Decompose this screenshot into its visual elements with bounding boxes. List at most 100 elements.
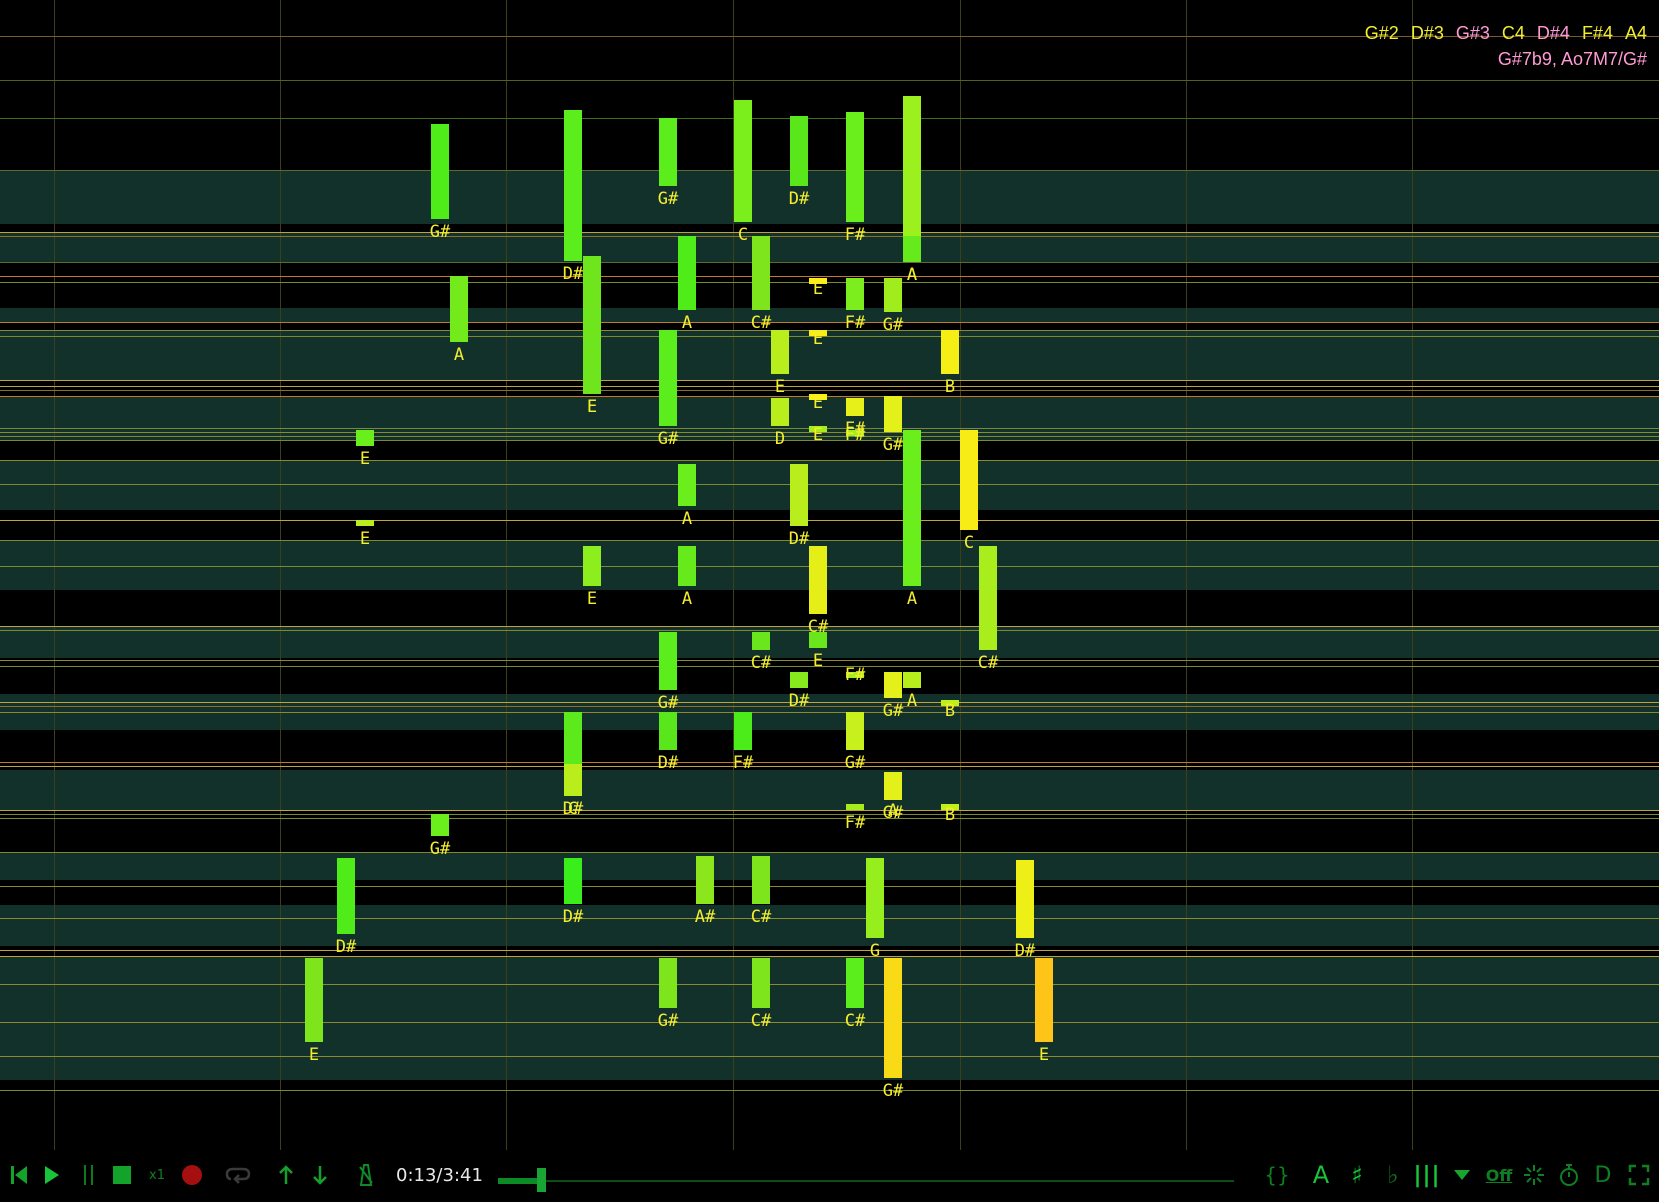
note-bar[interactable] [356, 430, 374, 446]
staff-band [0, 770, 1659, 810]
note-bar[interactable] [659, 118, 677, 186]
staff-band [0, 170, 1659, 224]
note-label: E [1038, 1045, 1050, 1065]
skip-back-button[interactable] [8, 1160, 30, 1190]
timer-button[interactable] [1557, 1160, 1581, 1190]
off-button[interactable]: Off [1484, 1160, 1514, 1190]
note-bar[interactable] [809, 632, 827, 648]
fullscreen-button[interactable] [1626, 1160, 1652, 1190]
note-bar[interactable] [659, 958, 677, 1008]
note-bar[interactable] [846, 112, 864, 222]
pitch-line [0, 810, 1659, 811]
note-bar[interactable] [903, 430, 921, 586]
note-label: G# [844, 753, 866, 773]
sharp-button[interactable]: ♯ [1346, 1160, 1368, 1190]
note-bar[interactable] [846, 278, 864, 310]
note-bar[interactable] [866, 858, 884, 938]
note-bar[interactable] [752, 632, 770, 650]
note-bar[interactable] [979, 546, 997, 650]
note-bar[interactable] [305, 958, 323, 1042]
note-bar[interactable] [659, 712, 677, 750]
pitch-line [0, 818, 1659, 819]
pause-button[interactable] [78, 1160, 98, 1190]
note-label: D# [335, 937, 357, 957]
note-bar[interactable] [583, 346, 601, 394]
note-label: A [906, 589, 918, 609]
note-bar[interactable] [734, 100, 752, 222]
note-bar[interactable] [960, 430, 978, 530]
note-bar[interactable] [846, 712, 864, 750]
note-bar[interactable] [846, 398, 864, 416]
flat-button[interactable]: ♭ [1382, 1160, 1404, 1190]
note-bar[interactable] [1035, 958, 1053, 1042]
bars-button[interactable]: ||| [1413, 1160, 1440, 1190]
note-bar[interactable] [1016, 860, 1034, 938]
note-label: A [681, 589, 693, 609]
stop-button[interactable] [110, 1160, 134, 1190]
stopwatch-icon [1560, 1164, 1578, 1186]
note-bar[interactable] [903, 672, 921, 688]
note-bar[interactable] [884, 958, 902, 1078]
chord-notes-row: G#2 D#3 G#3 C4 D#4 F#4 A4 [1365, 20, 1647, 46]
stop-icon [113, 1166, 131, 1184]
note-bar[interactable] [696, 856, 714, 904]
staff-band [0, 308, 1659, 322]
note-bar[interactable] [678, 464, 696, 506]
note-bar[interactable] [678, 546, 696, 586]
pitch-line [0, 80, 1659, 81]
note-bar[interactable] [790, 116, 808, 186]
note-bar[interactable] [564, 110, 582, 261]
off-label: Off [1485, 1165, 1513, 1185]
note-bar[interactable] [884, 396, 902, 432]
note-bar[interactable] [809, 546, 827, 614]
note-bar[interactable] [903, 236, 921, 262]
seek-bar[interactable] [498, 1180, 1234, 1182]
note-bar[interactable] [337, 858, 355, 934]
note-bar[interactable] [884, 278, 902, 312]
note-label: E [359, 529, 371, 549]
note-bar[interactable] [659, 632, 677, 690]
note-bar[interactable] [846, 958, 864, 1008]
note-bar[interactable] [752, 856, 770, 904]
skip-back-icon [15, 1166, 27, 1184]
beat-line [506, 0, 507, 1150]
chord-note: C4 [1501, 23, 1525, 43]
note-bar[interactable] [431, 124, 449, 219]
dropdown-button[interactable] [1451, 1160, 1473, 1190]
note-bar[interactable] [771, 330, 789, 374]
transpose-up-button[interactable] [275, 1160, 297, 1190]
record-icon [182, 1165, 202, 1185]
note-bar[interactable] [564, 858, 582, 904]
note-bar[interactable] [450, 276, 468, 342]
note-bar[interactable] [431, 814, 449, 836]
speed-button[interactable]: x1 [145, 1160, 169, 1190]
display-mode-button[interactable]: D [1592, 1160, 1614, 1190]
note-bar[interactable] [659, 330, 677, 426]
metronome-button[interactable] [355, 1160, 377, 1190]
note-bar[interactable] [752, 236, 770, 310]
play-button[interactable] [42, 1160, 62, 1190]
note-bar[interactable] [678, 236, 696, 310]
note-names-button[interactable]: A [1310, 1160, 1332, 1190]
beat-line [960, 0, 961, 1150]
note-bar[interactable] [583, 546, 601, 586]
loop-button[interactable] [224, 1160, 252, 1190]
record-button[interactable] [180, 1160, 204, 1190]
brace-button[interactable]: {} [1264, 1160, 1289, 1190]
note-bar[interactable] [356, 520, 374, 526]
pause-icon [83, 1165, 93, 1185]
chord-note: F#4 [1581, 23, 1613, 43]
seek-handle[interactable] [537, 1168, 546, 1192]
note-bar[interactable] [941, 330, 959, 374]
note-bar[interactable] [790, 672, 808, 688]
note-bar[interactable] [846, 804, 864, 810]
note-bar[interactable] [790, 464, 808, 526]
note-bar[interactable] [752, 958, 770, 1008]
note-bar[interactable] [734, 712, 752, 750]
note-bar[interactable] [564, 764, 582, 796]
note-bar[interactable] [884, 772, 902, 800]
effects-button[interactable] [1522, 1160, 1546, 1190]
note-bar[interactable] [771, 398, 789, 426]
transpose-down-button[interactable] [309, 1160, 331, 1190]
pitch-line [0, 118, 1659, 119]
